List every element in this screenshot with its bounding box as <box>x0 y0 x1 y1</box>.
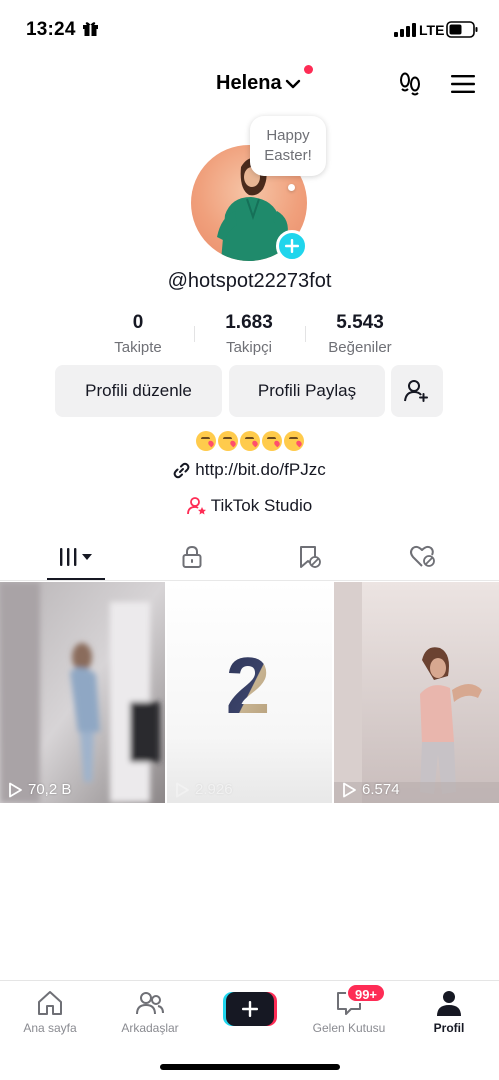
profile-header: Helena <box>0 58 499 114</box>
stat-value: 0 <box>132 312 144 333</box>
stat-value: 5.543 <box>336 312 384 333</box>
tab-videos[interactable] <box>47 534 105 580</box>
signal-icon <box>394 23 416 37</box>
studio-label: TikTok Studio <box>210 496 313 515</box>
nav-label: Arkadaşlar <box>121 1021 179 1035</box>
share-profile-button[interactable]: Profili Paylaş <box>229 365 385 417</box>
edit-profile-button[interactable]: Profili düzenle <box>55 365 222 417</box>
stat-label: Takipçi <box>226 339 272 356</box>
status-bar: 13:24 LTE <box>0 0 499 58</box>
view-count: 6.574 <box>341 781 400 798</box>
video-grid: 70,2 B 2 2.926 6.574 <box>0 582 499 803</box>
video-thumbnail[interactable]: 6.574 <box>334 582 499 803</box>
kiss-emoji-icon <box>239 430 260 451</box>
profile-handle: @hotspot22273fot <box>167 270 332 292</box>
add-user-icon <box>404 380 428 402</box>
view-count-value: 70,2 B <box>28 781 72 798</box>
avatar-add-button[interactable] <box>276 230 308 262</box>
tab-reposts[interactable] <box>281 534 337 580</box>
inbox-badge: 99+ <box>346 983 386 1003</box>
nav-profile[interactable]: Profil <box>404 989 494 1035</box>
note-bubble[interactable]: Happy Easter! <box>250 116 326 176</box>
nav-label: Ana sayfa <box>23 1021 77 1035</box>
profile-tabs <box>0 534 499 581</box>
kiss-emoji-icon <box>283 430 304 451</box>
video-thumbnail-image <box>334 582 499 803</box>
active-tab-indicator <box>47 578 105 580</box>
stat-label: Beğeniler <box>328 339 392 356</box>
heart-hidden-icon <box>410 545 435 567</box>
kiss-emoji-icon <box>217 430 238 451</box>
footprint-icon[interactable] <box>397 71 423 97</box>
tab-private[interactable] <box>164 534 220 580</box>
bookmark-hidden-icon <box>300 546 321 568</box>
view-count: 2.926 <box>174 781 233 798</box>
bio-link-text: http://bit.do/fPJzc <box>195 460 326 479</box>
friends-icon <box>136 992 164 1015</box>
note-line-1: Happy <box>266 127 310 144</box>
status-time: 13:24 <box>26 19 76 40</box>
tab-liked[interactable] <box>394 534 452 580</box>
video-thumbnail-image <box>0 582 165 803</box>
battery-icon <box>446 21 478 38</box>
home-indicator <box>160 1064 340 1070</box>
home-icon <box>38 991 62 1015</box>
tiktok-studio-link[interactable]: TikTok Studio <box>0 496 499 516</box>
play-icon <box>176 782 189 797</box>
stat-label: Takipte <box>114 339 162 356</box>
gift-icon <box>83 22 98 36</box>
view-count: 70,2 B <box>7 781 71 798</box>
header-username: Helena <box>216 72 282 94</box>
nav-label: Gelen Kutusu <box>312 1021 386 1035</box>
link-icon <box>173 462 190 478</box>
account-switcher[interactable]: Helena <box>216 72 301 95</box>
stat-following[interactable]: 0 Takipte <box>83 312 193 356</box>
nav-label: Profil <box>433 1021 465 1035</box>
stat-followers[interactable]: 1.683 Takipçi <box>194 312 304 356</box>
notification-dot <box>304 65 313 74</box>
nav-home[interactable]: Ana sayfa <box>5 989 95 1035</box>
bio-link[interactable]: http://bit.do/fPJzc <box>0 460 499 480</box>
lock-icon <box>182 545 202 568</box>
add-friend-button[interactable] <box>391 365 443 417</box>
chevron-down-icon <box>285 79 300 88</box>
note-bubble-tail <box>288 184 295 191</box>
stat-value: 1.683 <box>225 312 273 333</box>
bio-emojis <box>0 430 499 451</box>
video-thumbnail-image: 2 <box>167 582 332 803</box>
video-thumbnail[interactable]: 70,2 B <box>0 582 165 803</box>
create-button[interactable] <box>223 992 277 1026</box>
view-count-value: 2.926 <box>195 781 233 798</box>
play-icon <box>343 782 356 797</box>
video-thumbnail[interactable]: 2 2.926 <box>167 582 332 803</box>
grid-icon <box>60 548 92 566</box>
plus-icon <box>285 239 299 253</box>
view-count-value: 6.574 <box>362 781 400 798</box>
profile-stats: 0 Takipte 1.683 Takipçi 5.543 Beğeniler <box>0 312 499 362</box>
network-type: LTE <box>419 22 445 38</box>
nav-friends[interactable]: Arkadaşlar <box>105 989 195 1035</box>
stat-likes[interactable]: 5.543 Beğeniler <box>305 312 415 356</box>
profile-icon <box>437 991 461 1016</box>
play-icon <box>9 782 22 797</box>
kiss-emoji-icon <box>261 430 282 451</box>
kiss-emoji-icon <box>195 430 216 451</box>
menu-icon[interactable] <box>451 74 475 94</box>
video-overlay-text: 2 <box>226 641 271 730</box>
studio-icon <box>186 497 206 515</box>
note-line-2: Easter! <box>264 147 312 164</box>
